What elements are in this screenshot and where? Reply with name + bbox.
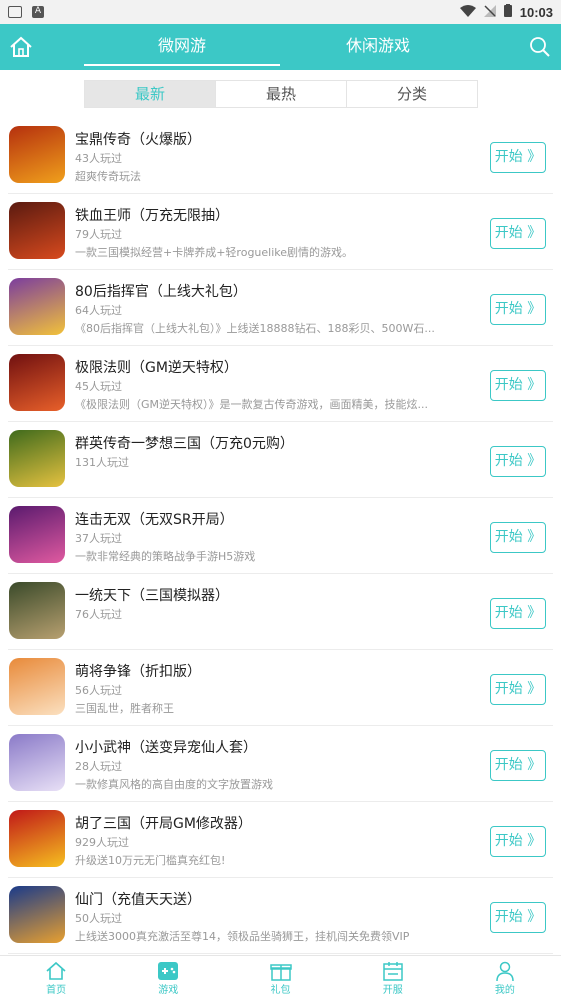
nav-profile[interactable]: 我的 — [449, 956, 561, 999]
nav-profile-label: 我的 — [494, 985, 515, 996]
game-description: 升级送10万元无门槛真充红包! — [75, 854, 226, 867]
game-row[interactable]: 仙门（充值天天送） 50人玩过上线送3000真充激活至尊14，领极品坐骑狮王，挂机… — [0, 878, 561, 954]
game-play-count: 79人玩过 — [75, 228, 122, 241]
game-thumbnail[interactable] — [9, 810, 65, 867]
game-row[interactable]: 连击无双（无双SR开局） 37人玩过一款非常经典的策略战争手游H5游戏 开始 》 — [0, 498, 561, 574]
game-thumbnail[interactable] — [9, 202, 65, 259]
game-description: 一款非常经典的策略战争手游H5游戏 — [75, 550, 256, 563]
game-name: 宝鼎传奇（火爆版） — [75, 132, 201, 148]
game-thumbnail[interactable] — [9, 658, 65, 715]
game-name: 80后指挥官（上线大礼包） — [75, 284, 247, 300]
nav-games[interactable]: 游戏 — [112, 956, 224, 999]
notification-icon — [8, 6, 22, 18]
gift-icon — [269, 964, 292, 981]
game-play-count: 43人玩过 — [75, 152, 122, 165]
home-icon — [46, 961, 66, 980]
nav-gifts[interactable]: 礼包 — [224, 956, 336, 999]
game-name: 一统天下（三国模拟器） — [75, 588, 229, 604]
game-name: 仙门（充值天天送） — [75, 892, 201, 908]
tab-casual-games[interactable]: 休闲游戏 — [280, 24, 476, 70]
game-description: 超爽传奇玩法 — [75, 170, 141, 183]
game-thumbnail[interactable] — [9, 582, 65, 639]
game-description: 三国乱世，胜者称王 — [75, 702, 174, 715]
game-row[interactable]: 极限法则（GM逆天特权） 45人玩过《极限法则（GM逆天特权）》是一款复古传奇游戏… — [0, 346, 561, 422]
sort-segmented-control: 最新 最热 分类 — [84, 80, 478, 108]
start-button[interactable]: 开始 》 — [490, 522, 546, 553]
segment-hottest[interactable]: 最热 — [216, 81, 347, 107]
game-thumbnail[interactable] — [9, 278, 65, 335]
game-name: 极限法则（GM逆天特权） — [75, 360, 238, 376]
game-description: 一款三国模拟经营+卡牌养成+轻roguelike剧情的游戏。 — [75, 246, 354, 259]
nav-gifts-label: 礼包 — [270, 985, 291, 996]
user-icon — [496, 961, 514, 982]
game-name: 萌将争锋（折扣版） — [75, 664, 201, 680]
start-button[interactable]: 开始 》 — [490, 902, 546, 933]
game-row[interactable]: 小小武神（送变异宠仙人套） 28人玩过一款修真风格的高自由度的文字放置游戏 开始 》 — [0, 726, 561, 802]
game-name: 连击无双（无双SR开局） — [75, 512, 234, 528]
game-play-count: 64人玩过 — [75, 304, 122, 317]
game-play-count: 76人玩过 — [75, 608, 122, 621]
game-name: 小小武神（送变异宠仙人套） — [75, 740, 257, 756]
game-row[interactable]: 胡了三国（开局GM修改器） 929人玩过升级送10万元无门槛真充红包! 开始 》 — [0, 802, 561, 878]
start-button[interactable]: 开始 》 — [490, 370, 546, 401]
game-name: 铁血王师（万充无限抽） — [75, 208, 229, 224]
app-notification-icon: A — [32, 6, 44, 18]
status-bar: A 10:03 — [0, 0, 561, 24]
start-button[interactable]: 开始 》 — [490, 446, 546, 477]
signal-icon — [483, 4, 496, 20]
calendar-icon — [382, 962, 403, 981]
start-button[interactable]: 开始 》 — [490, 750, 546, 781]
game-thumbnail[interactable] — [9, 126, 65, 183]
segment-category[interactable]: 分类 — [347, 81, 477, 107]
game-thumbnail[interactable] — [9, 430, 65, 487]
start-button[interactable]: 开始 》 — [490, 294, 546, 325]
game-play-count: 28人玩过 — [75, 760, 122, 773]
game-play-count: 37人玩过 — [75, 532, 122, 545]
game-thumbnail[interactable] — [9, 886, 65, 943]
bottom-nav: 首页 游戏 礼包 开服 我的 — [0, 955, 561, 999]
game-row[interactable]: 群英传奇一梦想三国（万充0元购） 131人玩过 开始 》 — [0, 422, 561, 498]
start-button[interactable]: 开始 》 — [490, 142, 546, 173]
game-thumbnail[interactable] — [9, 734, 65, 791]
nav-server-open-label: 开服 — [382, 985, 403, 996]
game-play-count: 45人玩过 — [75, 380, 122, 393]
top-bar: 微网游 休闲游戏 — [0, 24, 561, 70]
game-description: 《80后指挥官（上线大礼包）》上线送18888钻石、188彩贝、500W石... — [75, 322, 435, 335]
game-play-count: 50人玩过 — [75, 912, 122, 925]
game-thumbnail[interactable] — [9, 354, 65, 411]
home-icon[interactable] — [8, 34, 34, 60]
game-description: 《极限法则（GM逆天特权）》是一款复古传奇游戏，画面精美，技能炫... — [75, 398, 429, 411]
game-row[interactable]: 宝鼎传奇（火爆版） 43人玩过超爽传奇玩法 开始 》 — [0, 118, 561, 194]
nav-home-label: 首页 — [46, 985, 67, 996]
start-button[interactable]: 开始 》 — [490, 826, 546, 857]
game-name: 群英传奇一梦想三国（万充0元购） — [75, 436, 294, 452]
game-row[interactable]: 80后指挥官（上线大礼包） 64人玩过《80后指挥官（上线大礼包）》上线送1888… — [0, 270, 561, 346]
start-button[interactable]: 开始 》 — [490, 218, 546, 249]
game-row[interactable]: 一统天下（三国模拟器） 76人玩过 开始 》 — [0, 574, 561, 650]
game-row[interactable]: 铁血王师（万充无限抽） 79人玩过一款三国模拟经营+卡牌养成+轻roguelike… — [0, 194, 561, 270]
game-description: 一款修真风格的高自由度的文字放置游戏 — [75, 778, 273, 791]
game-name: 胡了三国（开局GM修改器） — [75, 816, 252, 832]
nav-games-label: 游戏 — [158, 985, 179, 996]
wifi-icon — [459, 4, 476, 20]
start-button[interactable]: 开始 》 — [490, 598, 546, 629]
gamepad-icon — [158, 962, 179, 980]
game-thumbnail[interactable] — [9, 506, 65, 563]
tab-micro-online-games[interactable]: 微网游 — [84, 24, 280, 70]
search-icon[interactable] — [529, 36, 551, 58]
game-play-count: 56人玩过 — [75, 684, 122, 697]
clock: 10:03 — [519, 4, 553, 20]
nav-server-open[interactable]: 开服 — [337, 956, 449, 999]
battery-icon — [503, 4, 512, 20]
nav-home[interactable]: 首页 — [0, 956, 112, 999]
game-play-count: 929人玩过 — [75, 836, 129, 849]
segment-newest[interactable]: 最新 — [85, 81, 216, 107]
game-description: 上线送3000真充激活至尊14，领极品坐骑狮王，挂机闯关免费领VIP — [75, 930, 410, 943]
game-list: 宝鼎传奇（火爆版） 43人玩过 超爽传奇玩法 开始 》铁血王师（万充无限抽） 79人玩过… — [0, 118, 561, 954]
start-button[interactable]: 开始 》 — [490, 674, 546, 705]
game-row[interactable]: 萌将争锋（折扣版） 56人玩过三国乱世，胜者称王 开始 》 — [0, 650, 561, 726]
game-play-count: 131人玩过 — [75, 456, 129, 469]
